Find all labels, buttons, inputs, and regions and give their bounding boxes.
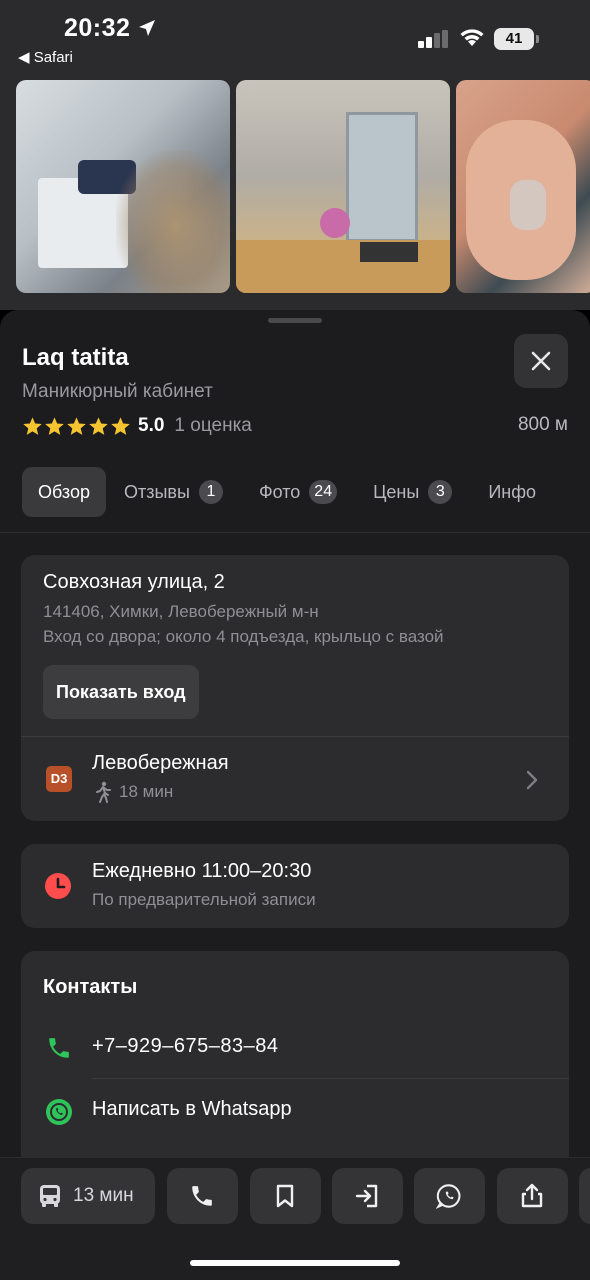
tab-photos[interactable]: Фото 24 [241, 467, 355, 517]
battery-indicator: 41 [494, 28, 540, 50]
location-arrow-icon [139, 20, 155, 36]
entrance-button[interactable] [332, 1168, 403, 1224]
tab-count-badge: 3 [428, 480, 453, 504]
address-card: Совхозная улица, 2 141406, Химки, Левобе… [21, 555, 569, 821]
cellular-signal-icon [418, 30, 448, 48]
call-button[interactable] [167, 1168, 238, 1224]
walk-time: 18 мин [119, 782, 174, 801]
route-time: 13 мин [73, 1185, 134, 1206]
photo-interior[interactable] [16, 80, 230, 293]
metro-line-badge: D3 [46, 766, 72, 792]
status-time: 20:32 [64, 14, 131, 42]
home-indicator[interactable] [190, 1260, 400, 1266]
bus-icon [40, 1185, 60, 1207]
star-icon [89, 416, 108, 435]
tab-label: Цены [373, 481, 420, 502]
place-category: Маникюрный кабинет [22, 381, 213, 402]
back-to-safari[interactable]: ◀ Safari [18, 48, 73, 66]
star-icon [111, 416, 130, 435]
star-icon [23, 416, 42, 435]
tab-prices[interactable]: Цены 3 [355, 467, 470, 517]
tab-bar: Обзор Отзывы 1 Фото 24 Цены 3 Инфо [22, 467, 554, 517]
status-bar: 20:32 ◀ Safari 41 [0, 0, 590, 78]
whatsapp-icon [436, 1184, 461, 1209]
battery-level: 41 [494, 28, 534, 50]
metro-station[interactable]: Левобережная [92, 752, 229, 775]
rating-count[interactable]: 1 оценка [174, 415, 251, 437]
phone-number[interactable]: +7–929–675–83–84 [92, 1035, 279, 1058]
hours-note: По предварительной записи [92, 890, 316, 909]
rating-row[interactable]: 5.0 1 оценка [22, 413, 252, 439]
place-title: Laq tatita [22, 344, 129, 371]
whatsapp-icon [46, 1099, 72, 1125]
entrance-note: Вход со двора; около 4 подъезда, крыльцо… [43, 627, 444, 646]
tab-count-badge: 1 [198, 480, 223, 504]
tab-label: Обзор [38, 481, 90, 502]
rating-value: 5.0 [138, 415, 165, 436]
card-divider [21, 736, 569, 737]
photo-entrance[interactable] [236, 80, 450, 293]
star-icon [67, 416, 86, 435]
address-locality: 141406, Химки, Левобережный м-н [43, 602, 319, 621]
place-card-sheet: Laq tatita Маникюрный кабинет 5.0 1 оцен… [0, 310, 590, 1280]
address-street[interactable]: Совхозная улица, 2 [43, 571, 225, 594]
photo-detail-flowers [320, 208, 350, 238]
rating-stars [22, 416, 131, 437]
photo-detail-plant [116, 150, 230, 293]
route-button[interactable]: 13 мин [21, 1168, 155, 1224]
photo-detail-nail [510, 180, 546, 230]
hours-card[interactable]: Ежедневно 11:00–20:30 По предварительной… [21, 844, 569, 928]
clock-icon [45, 873, 71, 899]
opening-hours: Ежедневно 11:00–20:30 [92, 860, 312, 882]
share-icon [521, 1183, 543, 1208]
tab-reviews[interactable]: Отзывы 1 [106, 467, 241, 517]
contacts-divider [92, 1078, 569, 1079]
bookmark-icon [276, 1184, 294, 1208]
battery-nub [536, 35, 539, 43]
tab-overview[interactable]: Обзор [22, 467, 106, 517]
phone-icon [192, 1186, 212, 1206]
tab-info[interactable]: Инфо [470, 467, 554, 517]
tab-count-badge: 24 [309, 480, 338, 504]
star-icon [45, 416, 64, 435]
more-actions-button[interactable] [579, 1168, 590, 1224]
chevron-right-icon[interactable] [525, 769, 539, 791]
sheet-grabber[interactable] [268, 318, 322, 323]
tab-label: Отзывы [124, 481, 190, 502]
whatsapp-link[interactable]: Написать в Whatsapp [92, 1098, 292, 1121]
tabs-divider [0, 532, 590, 533]
close-button[interactable] [514, 334, 568, 388]
close-icon [531, 351, 551, 371]
wifi-icon [460, 29, 484, 46]
phone-icon [49, 1038, 69, 1058]
photo-detail-door [346, 112, 418, 242]
whatsapp-button[interactable] [414, 1168, 485, 1224]
photo-gallery[interactable] [0, 78, 590, 310]
tab-label: Фото [258, 481, 301, 502]
share-button[interactable] [497, 1168, 568, 1224]
show-entrance-button[interactable]: Показать вход [43, 665, 199, 719]
bookmark-button[interactable] [250, 1168, 321, 1224]
contacts-title: Контакты [43, 976, 138, 998]
walking-icon [96, 781, 111, 803]
tab-label: Инфо [488, 481, 537, 502]
photo-detail-mat [360, 242, 418, 262]
enter-icon [355, 1184, 378, 1208]
photo-manicure[interactable] [456, 80, 590, 293]
distance: 800 м [517, 414, 568, 435]
